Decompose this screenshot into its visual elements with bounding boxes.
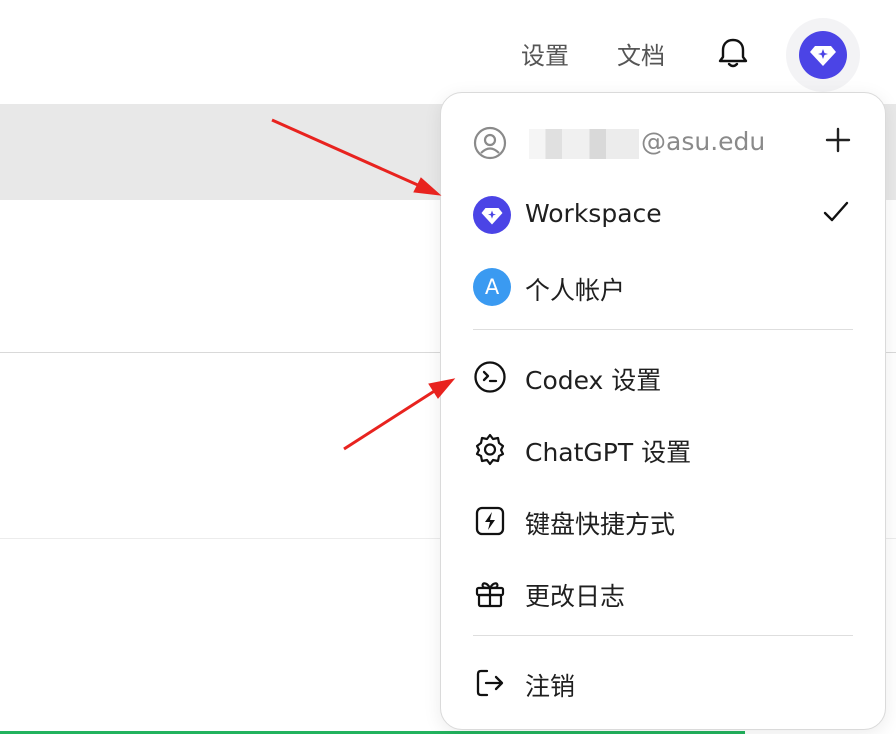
personal-account-item[interactable]: A 个人帐户	[441, 257, 885, 313]
logout-label: 注销	[525, 672, 576, 701]
terminal-icon	[472, 359, 508, 395]
gift-icon	[472, 575, 508, 611]
changelog-item[interactable]: 更改日志	[441, 563, 885, 619]
gear-icon	[472, 431, 508, 467]
workspace-label: Workspace	[525, 199, 662, 228]
personal-account-label: 个人帐户	[525, 276, 626, 305]
diamond-icon	[799, 31, 847, 79]
logout-item[interactable]: 注销	[441, 653, 885, 709]
menu-divider	[473, 635, 853, 636]
account-avatar-button[interactable]	[786, 18, 860, 92]
check-icon	[819, 195, 853, 229]
changelog-label: 更改日志	[525, 582, 626, 611]
keyboard-shortcuts-item[interactable]: 键盘快捷方式	[441, 491, 885, 547]
arrow-to-codex-settings	[343, 378, 456, 451]
diamond-icon	[473, 196, 511, 234]
personal-avatar: A	[473, 268, 511, 306]
codex-settings-item[interactable]: Codex 设置	[441, 347, 885, 403]
redacted-email-username	[529, 129, 639, 159]
chatgpt-settings-item[interactable]: ChatGPT 设置	[441, 419, 885, 475]
codex-settings-label: Codex 设置	[525, 366, 662, 395]
keyboard-shortcuts-label: 键盘快捷方式	[525, 510, 676, 539]
account-email-row: @asu.edu	[441, 113, 885, 169]
account-email-domain: @asu.edu	[641, 127, 766, 156]
workspace-item[interactable]: Workspace	[441, 185, 885, 241]
chatgpt-settings-label: ChatGPT 设置	[525, 438, 692, 467]
logout-icon	[472, 665, 508, 701]
account-dropdown-menu: @asu.edu Workspace A 个人帐户 Codex 设置 ChatG…	[440, 92, 886, 730]
lightning-icon	[472, 503, 508, 539]
menu-divider	[473, 329, 853, 330]
bell-icon[interactable]	[714, 34, 752, 72]
header-docs-link[interactable]: 文档	[617, 36, 665, 71]
header-settings-link[interactable]: 设置	[521, 36, 569, 71]
plus-icon[interactable]	[821, 123, 855, 157]
user-circle-icon	[472, 125, 508, 161]
